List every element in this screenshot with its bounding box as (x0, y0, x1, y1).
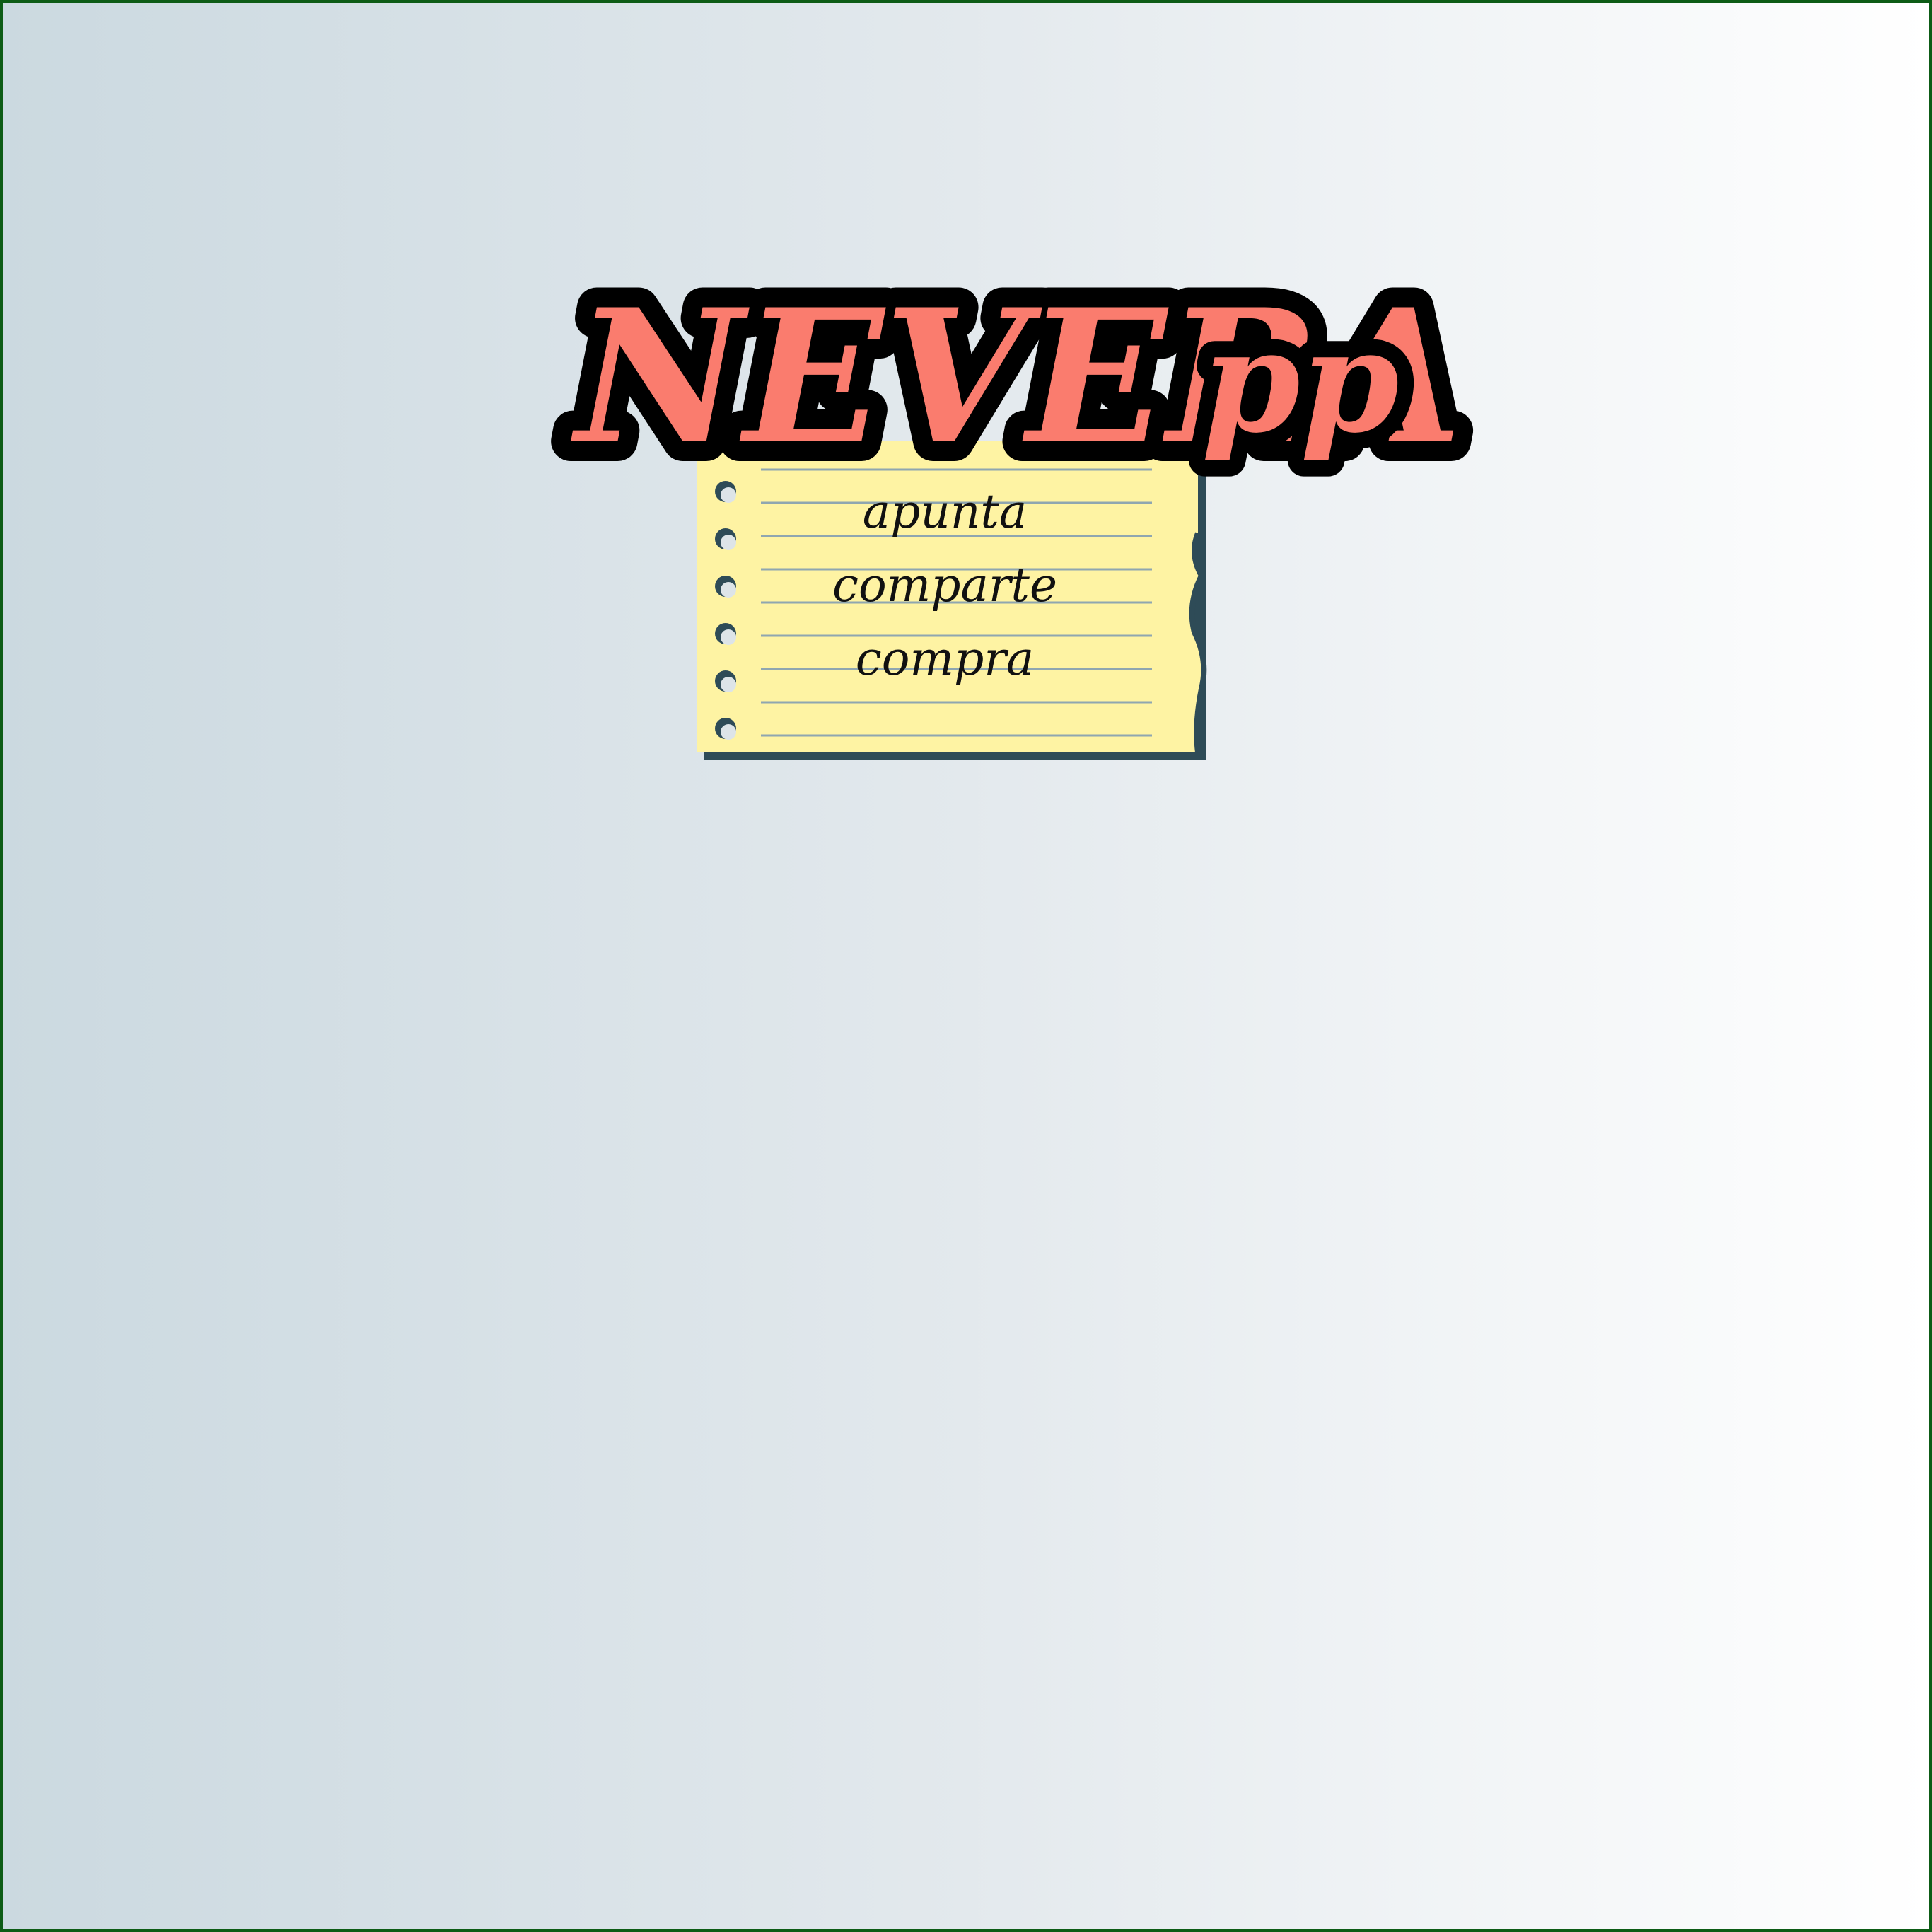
logo-graphic: apunta comparte compra NEVERA NEVERA pp … (550, 250, 1482, 760)
note-line-comparte: comparte (832, 558, 1057, 612)
note-line-apunta: apunta (863, 484, 1027, 539)
logo-title-suffix: pp (1201, 298, 1399, 465)
nevera-app-logo: apunta comparte compra NEVERA NEVERA pp … (540, 250, 1482, 788)
splash-screen: apunta comparte compra NEVERA NEVERA pp … (0, 0, 1932, 1932)
logo-title: NEVERA NEVERA pp pp (550, 250, 1482, 505)
notepad: apunta comparte compra (697, 441, 1207, 760)
note-line-compra: compra (856, 632, 1034, 686)
